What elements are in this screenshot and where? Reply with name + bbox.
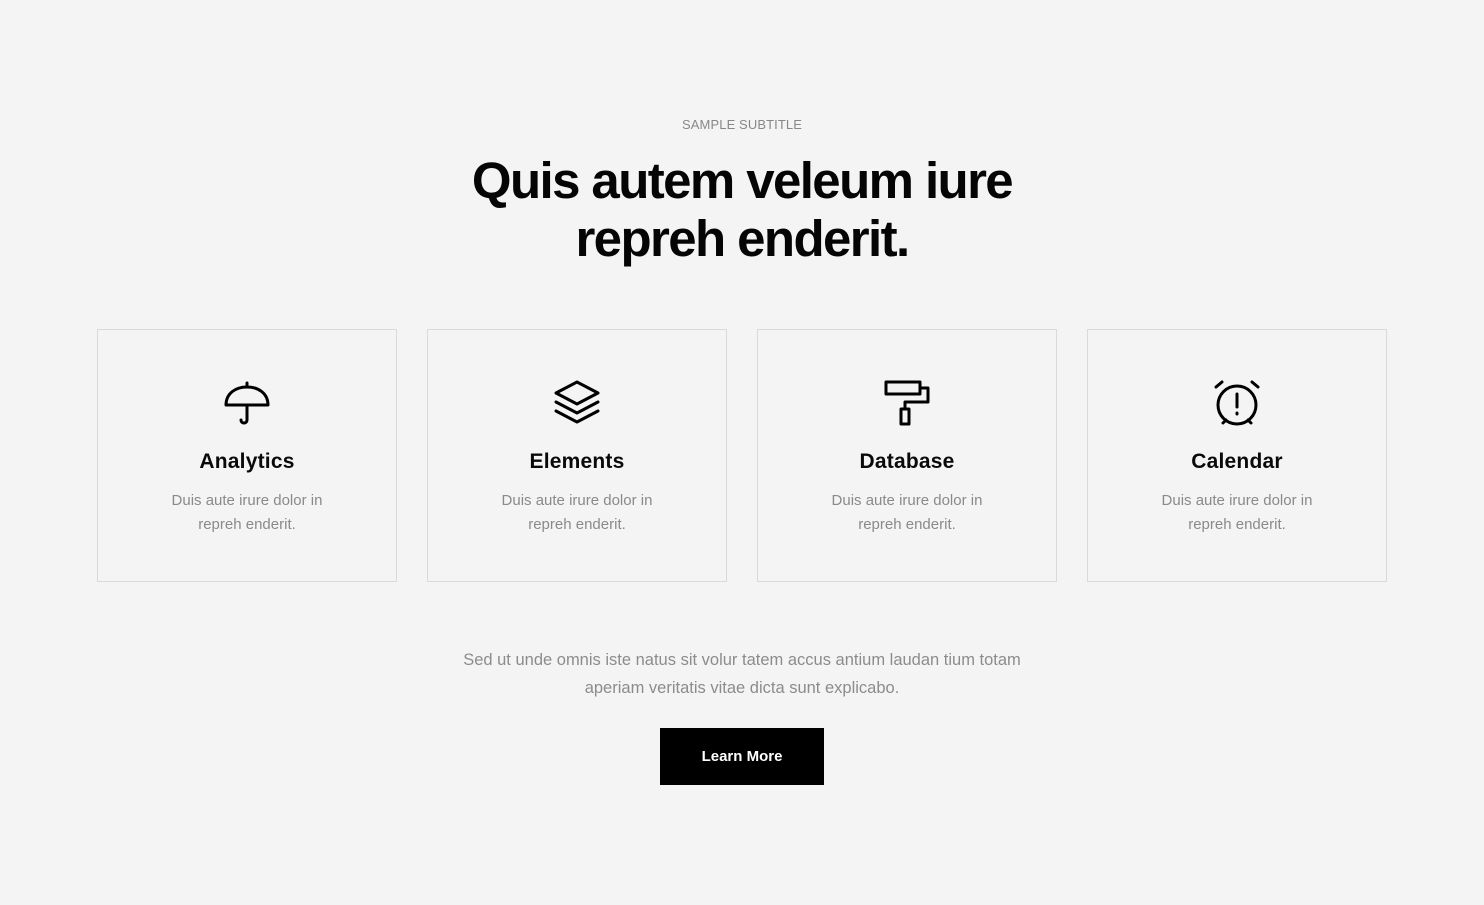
section-description: Sed ut unde omnis iste natus sit volur t… bbox=[463, 651, 1021, 697]
section-subtitle: SAMPLE SUBTITLE bbox=[682, 117, 802, 132]
feature-description: Duis aute irure dolor in repreh enderit. bbox=[1161, 492, 1313, 533]
feature-description: Duis aute irure dolor in repreh enderit. bbox=[831, 492, 983, 533]
paint-roller-icon bbox=[883, 379, 931, 427]
feature-title: Calendar bbox=[1191, 450, 1283, 473]
umbrella-icon bbox=[223, 379, 271, 427]
section-heading: Quis autem veleum iure repreh enderit. bbox=[471, 152, 1014, 267]
feature-title: Elements bbox=[529, 450, 625, 473]
feature-description: Duis aute irure dolor in repreh enderit. bbox=[171, 492, 323, 533]
feature-card-analytics: Analytics Duis aute irure dolor in repre… bbox=[97, 329, 397, 582]
features-section: SAMPLE SUBTITLE Quis autem veleum iure r… bbox=[0, 0, 1484, 905]
feature-title: Database bbox=[859, 450, 955, 473]
feature-card-calendar: Calendar Duis aute irure dolor in repreh… bbox=[1087, 329, 1387, 582]
layers-icon bbox=[553, 379, 601, 427]
feature-card-elements: Elements Duis aute irure dolor in repreh… bbox=[427, 329, 727, 582]
feature-cards: Analytics Duis aute irure dolor in repre… bbox=[97, 329, 1387, 582]
feature-card-database: Database Duis aute irure dolor in repreh… bbox=[757, 329, 1057, 582]
alarm-clock-icon bbox=[1213, 379, 1261, 427]
feature-description: Duis aute irure dolor in repreh enderit. bbox=[501, 492, 653, 533]
learn-more-button[interactable]: Learn More bbox=[660, 728, 824, 785]
feature-title: Analytics bbox=[199, 450, 295, 473]
